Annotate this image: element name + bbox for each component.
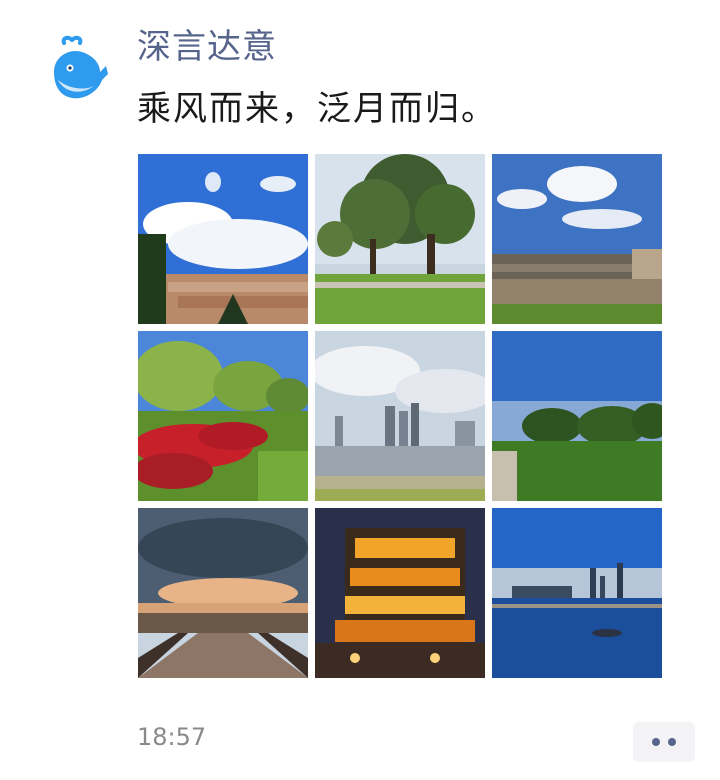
moments-post: 深言达意 乘风而来，泛月而归。 18:57 (0, 0, 720, 780)
post-time: 18:57 (137, 723, 207, 751)
whale-icon (54, 35, 108, 99)
photo-grid (138, 154, 663, 678)
photo-7[interactable] (138, 508, 308, 678)
author-name[interactable]: 深言达意 (137, 24, 277, 70)
photo-6[interactable] (492, 331, 662, 501)
photo-2[interactable] (315, 154, 485, 324)
more-dots-icon[interactable] (633, 722, 695, 762)
post-text: 乘风而来，泛月而归。 (137, 89, 497, 129)
photo-1[interactable] (138, 154, 308, 324)
photo-8[interactable] (315, 508, 485, 678)
photo-5[interactable] (315, 331, 485, 501)
avatar[interactable] (48, 34, 110, 106)
dot (652, 738, 660, 746)
dot (668, 738, 676, 746)
photo-3[interactable] (492, 154, 662, 324)
photo-9[interactable] (492, 508, 662, 678)
photo-4[interactable] (138, 331, 308, 501)
